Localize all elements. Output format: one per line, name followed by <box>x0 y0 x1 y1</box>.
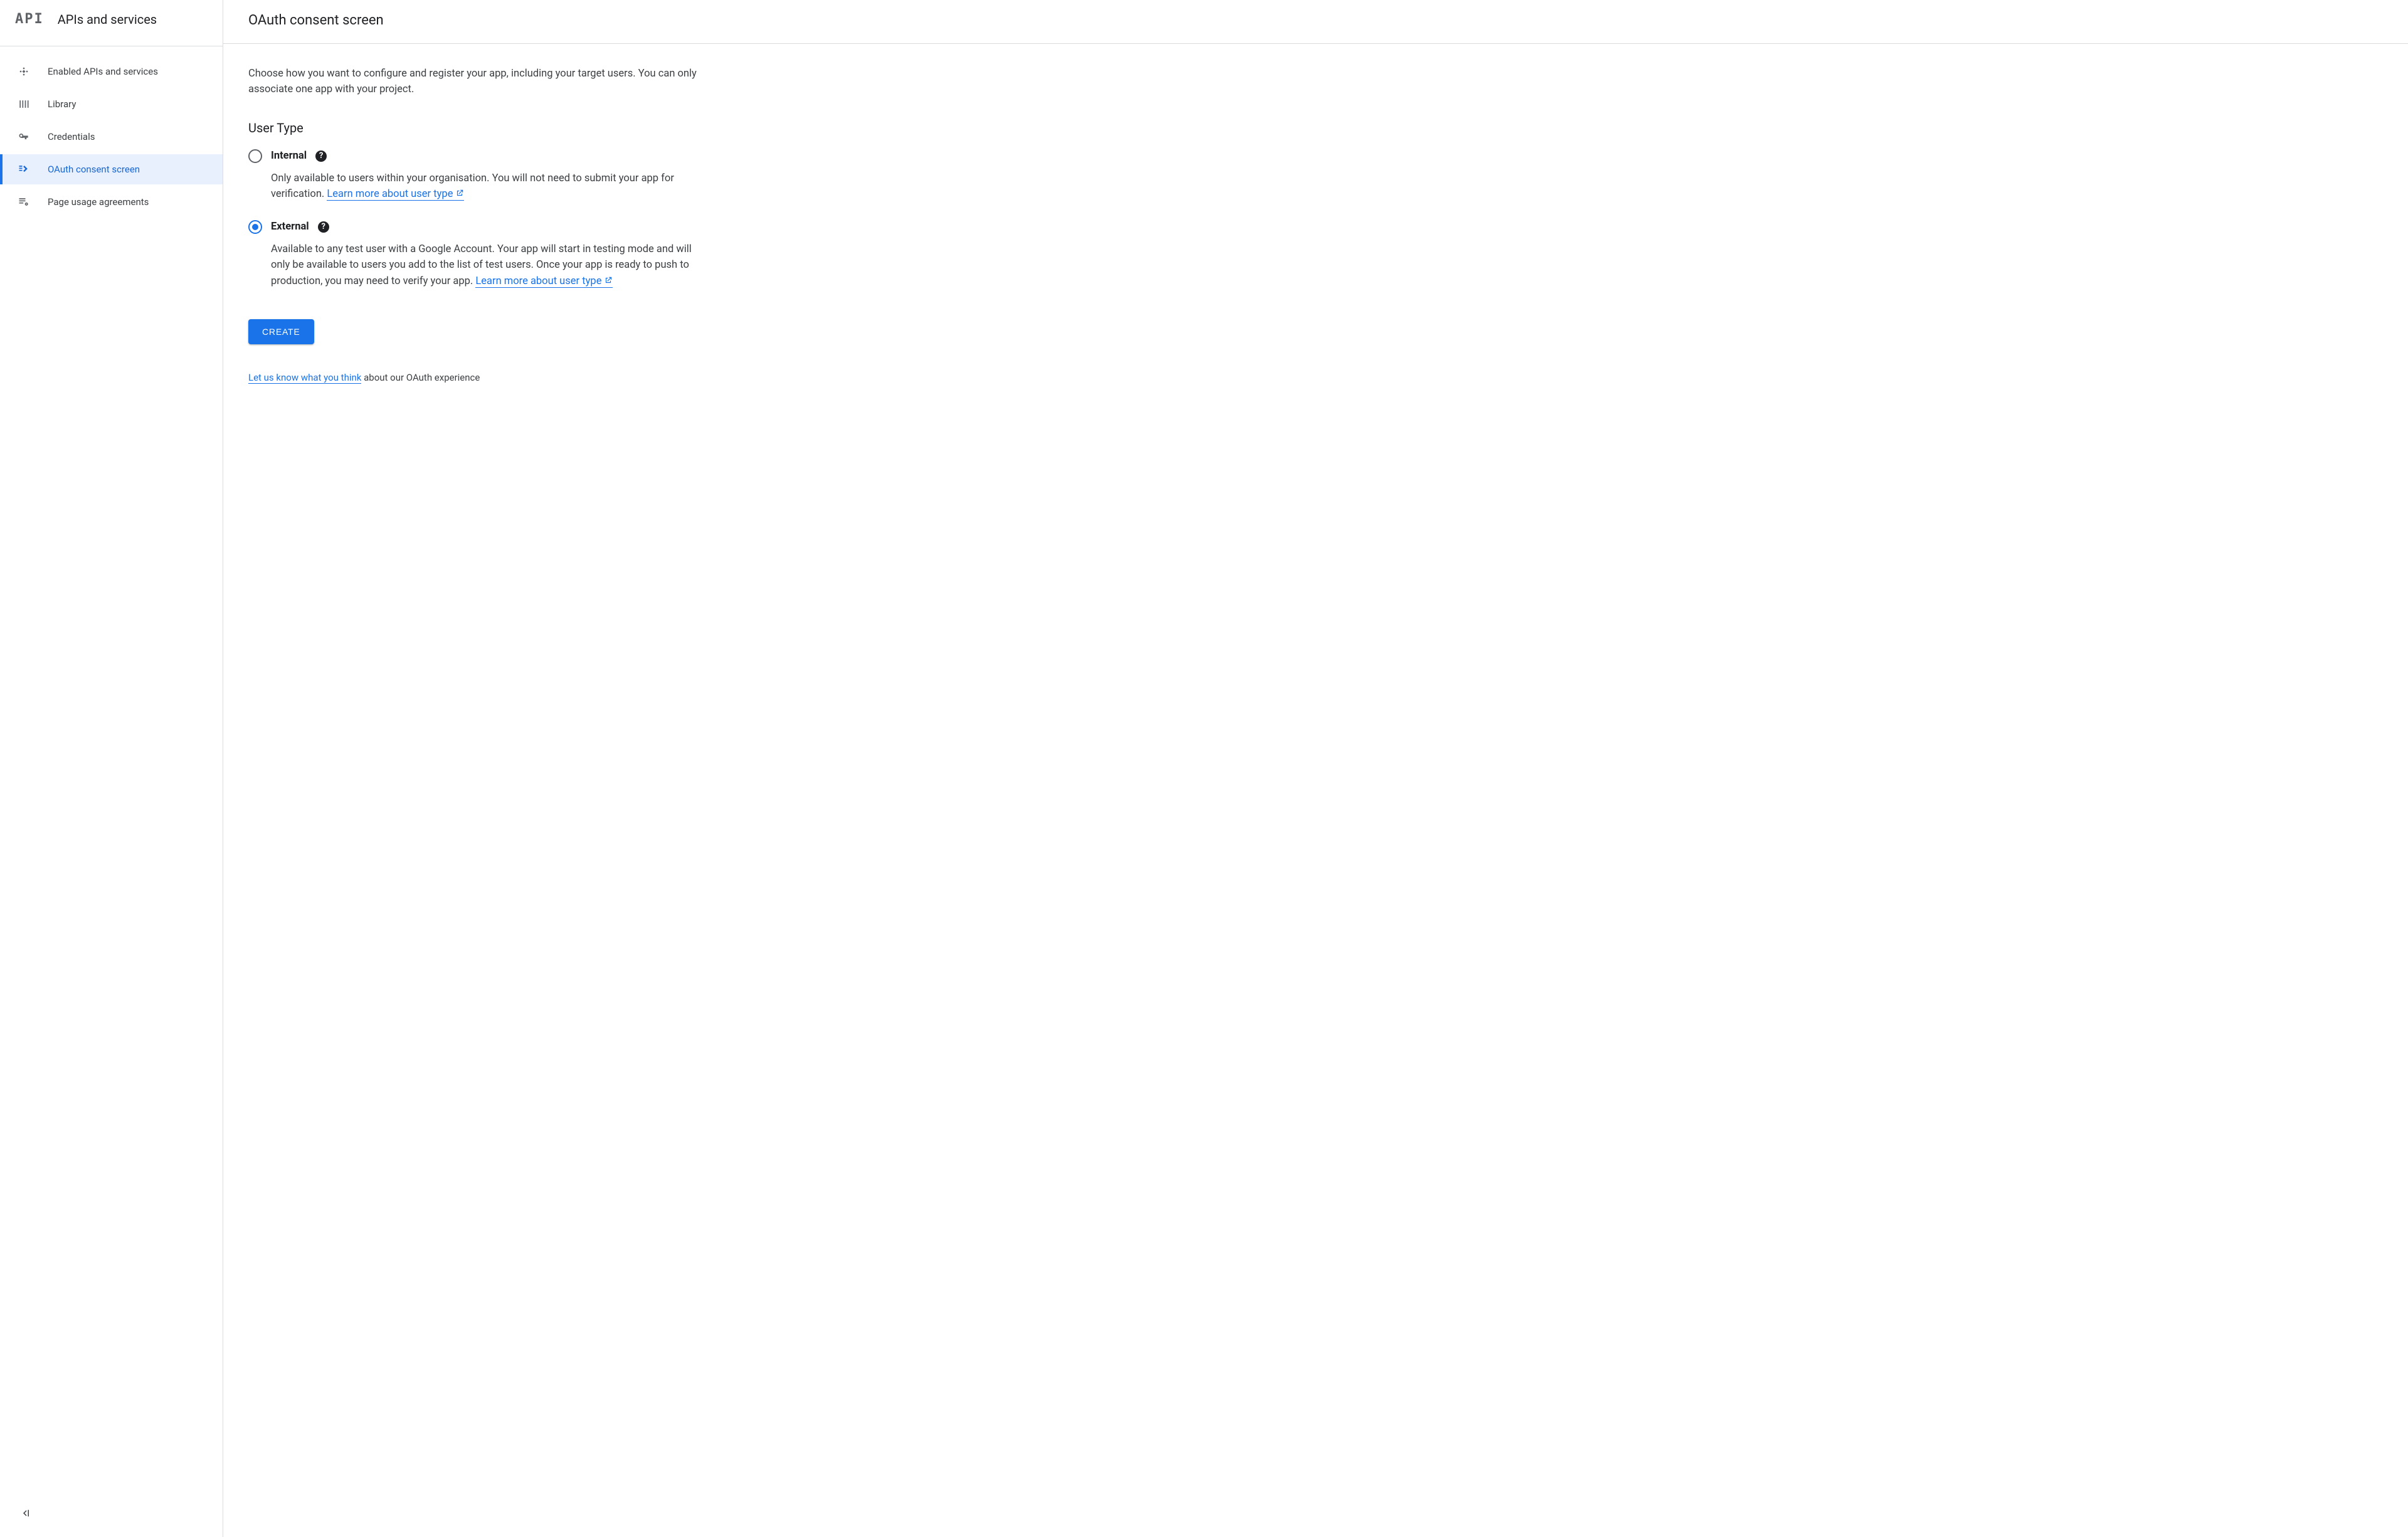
external-link-icon <box>604 274 613 283</box>
sidebar-item-label: Enabled APIs and services <box>48 66 158 77</box>
list-gear-icon <box>18 196 30 208</box>
main-body: Choose how you want to configure and reg… <box>223 44 737 408</box>
radio-label-external: External <box>271 221 309 233</box>
radio-external[interactable] <box>248 220 262 234</box>
sidebar-nav: Enabled APIs and services Library Creden… <box>0 46 223 1537</box>
help-icon[interactable]: ? <box>315 151 327 162</box>
radio-row-internal: Internal ? <box>248 149 712 163</box>
sidebar-item-library[interactable]: Library <box>0 89 223 119</box>
chevron-left-bar-icon <box>19 1508 31 1522</box>
radio-row-external: External ? <box>248 220 712 234</box>
key-icon <box>18 130 30 143</box>
create-button[interactable]: CREATE <box>248 319 314 344</box>
sidebar-header: API APIs and services <box>0 0 223 46</box>
product-title: APIs and services <box>58 12 157 27</box>
feedback-link[interactable]: Let us know what you think <box>248 372 361 384</box>
sidebar-item-label: Credentials <box>48 131 95 142</box>
external-link-icon <box>455 187 464 196</box>
sidebar-item-page-usage-agreements[interactable]: Page usage agreements <box>0 187 223 217</box>
radio-internal[interactable] <box>248 149 262 163</box>
sidebar-item-credentials[interactable]: Credentials <box>0 122 223 152</box>
api-logo-icon: API <box>15 11 44 27</box>
radio-label-internal: Internal <box>271 150 307 162</box>
intro-text: Choose how you want to configure and reg… <box>248 66 712 98</box>
sidebar-item-label: Page usage agreements <box>48 196 149 208</box>
collapse-sidebar-button[interactable] <box>15 1504 35 1524</box>
radio-desc-external: Available to any test user with a Google… <box>271 241 712 290</box>
library-icon <box>18 98 30 110</box>
consent-icon <box>18 163 30 176</box>
page-title: OAuth consent screen <box>248 13 2383 28</box>
sidebar: API APIs and services Enabled APIs and s… <box>0 0 223 1537</box>
help-icon[interactable]: ? <box>318 221 329 233</box>
sidebar-item-enabled-apis[interactable]: Enabled APIs and services <box>0 56 223 87</box>
learn-more-user-type-link[interactable]: Learn more about user type <box>475 275 613 288</box>
main-header: OAuth consent screen <box>223 0 2408 44</box>
radio-desc-internal: Only available to users within your orga… <box>271 171 712 203</box>
diamond-icon <box>18 65 30 78</box>
feedback-suffix: about our OAuth experience <box>361 372 480 383</box>
sidebar-item-label: OAuth consent screen <box>48 164 140 175</box>
feedback-line: Let us know what you think about our OAu… <box>248 372 712 383</box>
user-type-heading: User Type <box>248 120 712 135</box>
sidebar-item-label: Library <box>48 98 76 110</box>
sidebar-item-oauth-consent[interactable]: OAuth consent screen <box>0 154 223 184</box>
learn-more-user-type-link[interactable]: Learn more about user type <box>327 188 464 201</box>
main-content: OAuth consent screen Choose how you want… <box>223 0 2408 1537</box>
